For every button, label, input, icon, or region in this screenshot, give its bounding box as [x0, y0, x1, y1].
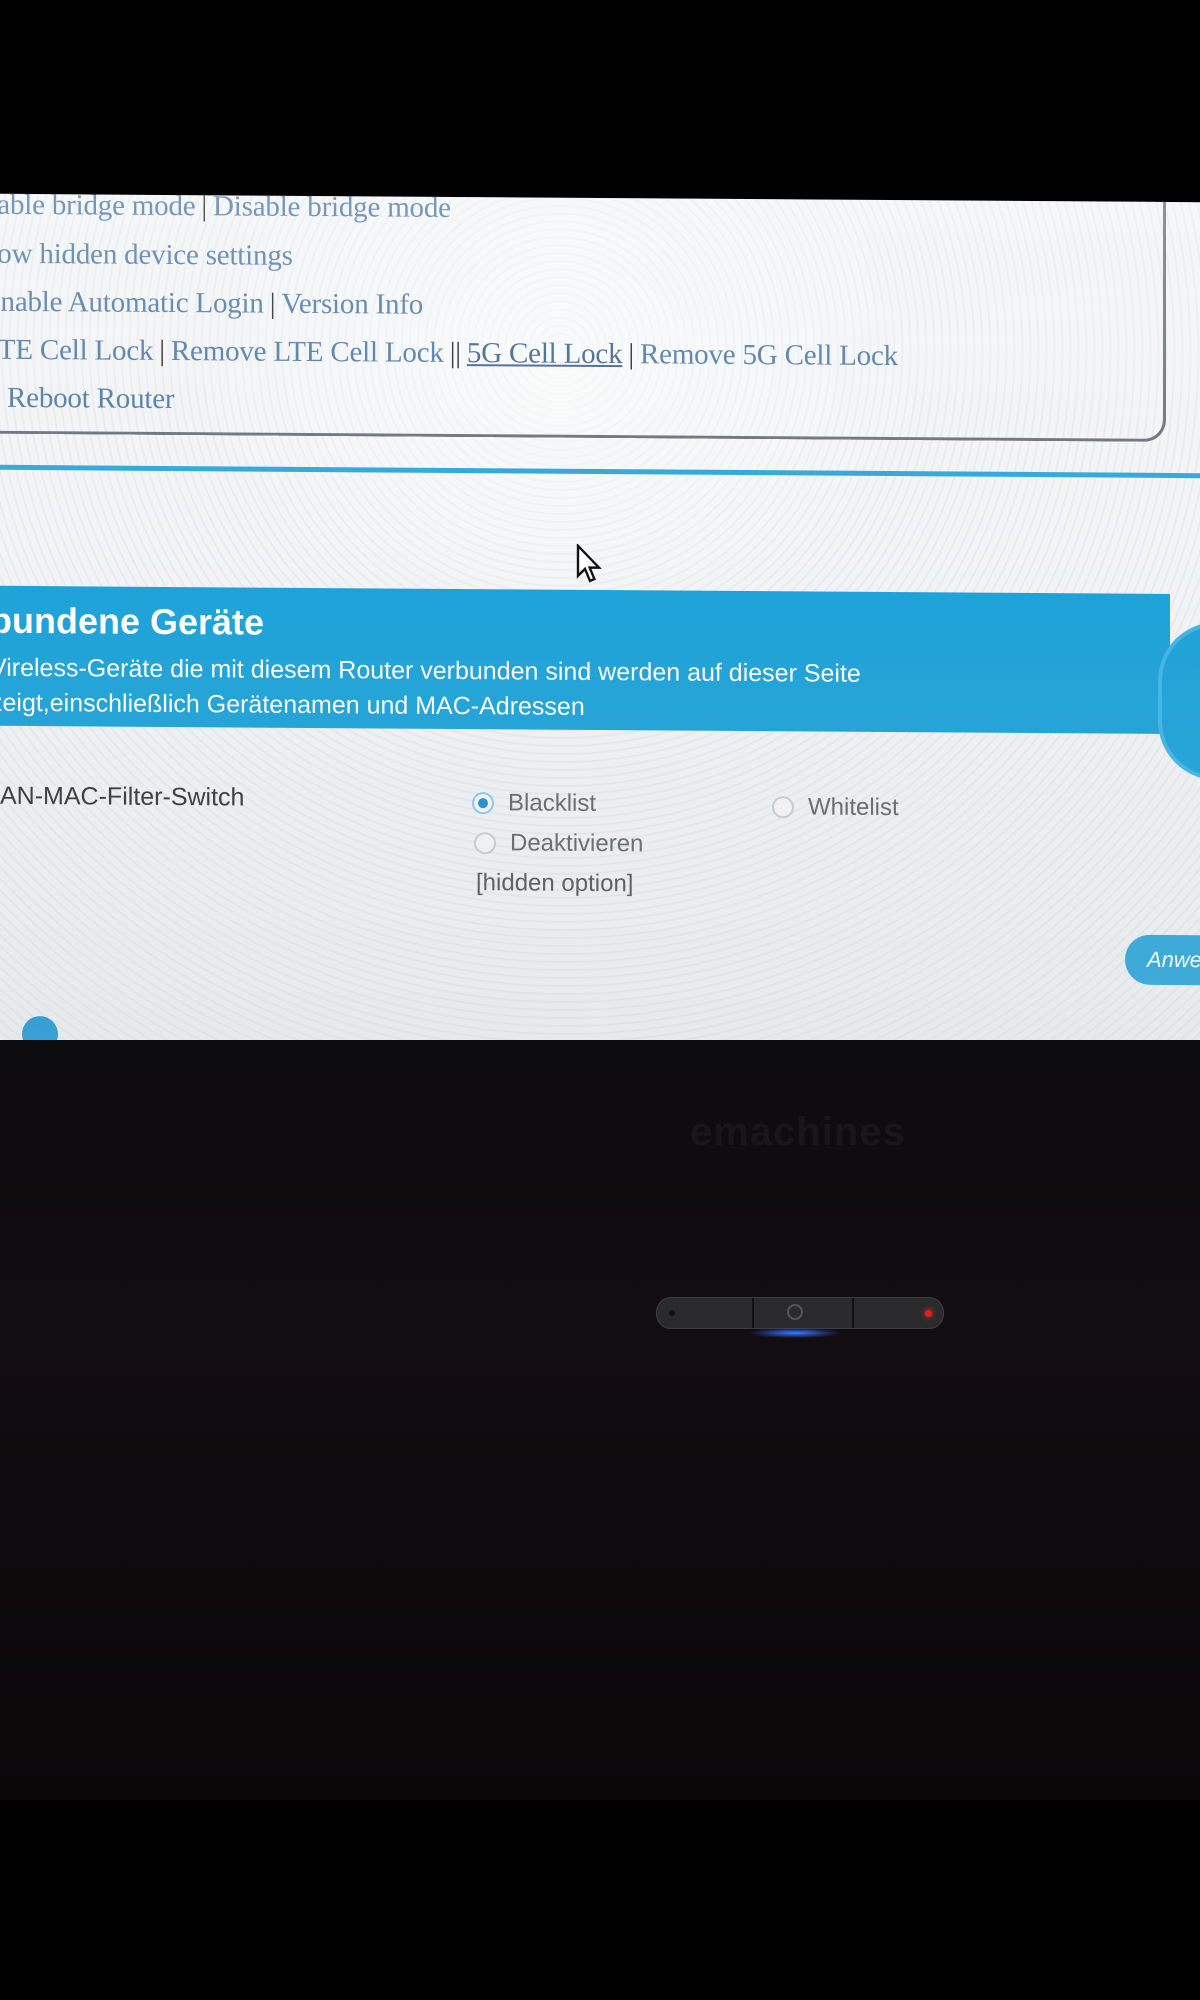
link-separator: |: [159, 334, 165, 367]
power-icon[interactable]: [787, 1304, 803, 1320]
radio-button-checked[interactable]: [472, 792, 494, 815]
radio-option-deaktivieren[interactable]: Deaktivieren: [474, 829, 643, 858]
radio-button[interactable]: [474, 832, 496, 855]
lte-cell-lock-link[interactable]: LTE Cell Lock: [0, 334, 153, 367]
radio-label-whitelist: Whitelist: [808, 793, 899, 822]
links-line-hidden-settings: how hidden device settings: [0, 238, 293, 273]
links-line-bridge: nable bridge mode | Disable bridge mode: [0, 194, 451, 225]
bottom-border: [0, 1800, 1200, 2000]
links-line-reboot: Reboot Router: [7, 382, 174, 416]
section-divider: [0, 464, 1200, 479]
red-status-led: [925, 1310, 932, 1317]
connected-devices-banner: bundene Geräte Vireless-Geräte die mit d…: [0, 585, 1170, 734]
remove-lte-cell-lock-link[interactable]: Remove LTE Cell Lock: [171, 335, 444, 369]
5g-cell-lock-link[interactable]: 5G Cell Lock: [467, 337, 622, 370]
radio-option-whitelist[interactable]: Whitelist: [772, 793, 899, 822]
laptop-body: emachines: [0, 1040, 1200, 1800]
apply-button[interactable]: Anwe: [1125, 934, 1200, 986]
show-hidden-device-settings-link[interactable]: how hidden device settings: [0, 238, 293, 272]
links-line-cell-lock: LTE Cell Lock | Remove LTE Cell Lock || 5G C…: [0, 334, 898, 373]
version-info-link[interactable]: Version Info: [281, 288, 423, 321]
links-line-login: Enable Automatic Login | Version Info: [0, 286, 423, 322]
link-separator: |: [269, 287, 276, 320]
reboot-router-link[interactable]: Reboot Router: [7, 382, 174, 415]
advanced-links-panel: nable bridge mode | Disable bridge mode ho…: [0, 193, 1166, 442]
radio-option-blacklist[interactable]: Blacklist: [472, 789, 596, 818]
page-description-line1: Vireless-Geräte die mit diesem Router ve…: [0, 653, 861, 688]
status-indicator-strip: [656, 1297, 944, 1329]
enable-automatic-login-link[interactable]: Enable Automatic Login: [0, 286, 264, 320]
enable-bridge-mode-link[interactable]: nable bridge mode: [0, 194, 195, 222]
radio-label-deaktivieren: Deaktivieren: [510, 829, 644, 858]
page-title: bundene Geräte: [0, 599, 265, 643]
radio-label-blacklist: Blacklist: [508, 789, 597, 817]
page-description-line2: zeigt,einschließlich Gerätenamen und MAC…: [0, 688, 585, 721]
mac-filter-switch-label: AN-MAC-Filter-Switch: [0, 781, 245, 812]
link-separator: |: [201, 193, 208, 223]
mouse-pointer-icon: [576, 543, 602, 583]
strip-segment-divider: [852, 1298, 854, 1328]
hidden-option-text: [hidden option]: [476, 869, 634, 898]
link-double-separator: ||: [449, 336, 461, 370]
disable-bridge-mode-link[interactable]: Disable bridge mode: [213, 194, 451, 224]
blue-power-led-glow: [750, 1328, 840, 1338]
remove-5g-cell-lock-link[interactable]: Remove 5G Cell Lock: [640, 338, 898, 372]
monitor-screen: nable bridge mode | Disable bridge mode ho…: [0, 193, 1200, 1055]
laptop-brand-logo: emachines: [690, 1110, 906, 1154]
strip-segment-divider: [752, 1298, 754, 1328]
link-separator: |: [628, 338, 634, 371]
radio-button[interactable]: [772, 796, 794, 819]
indicator-dot: [669, 1310, 675, 1316]
